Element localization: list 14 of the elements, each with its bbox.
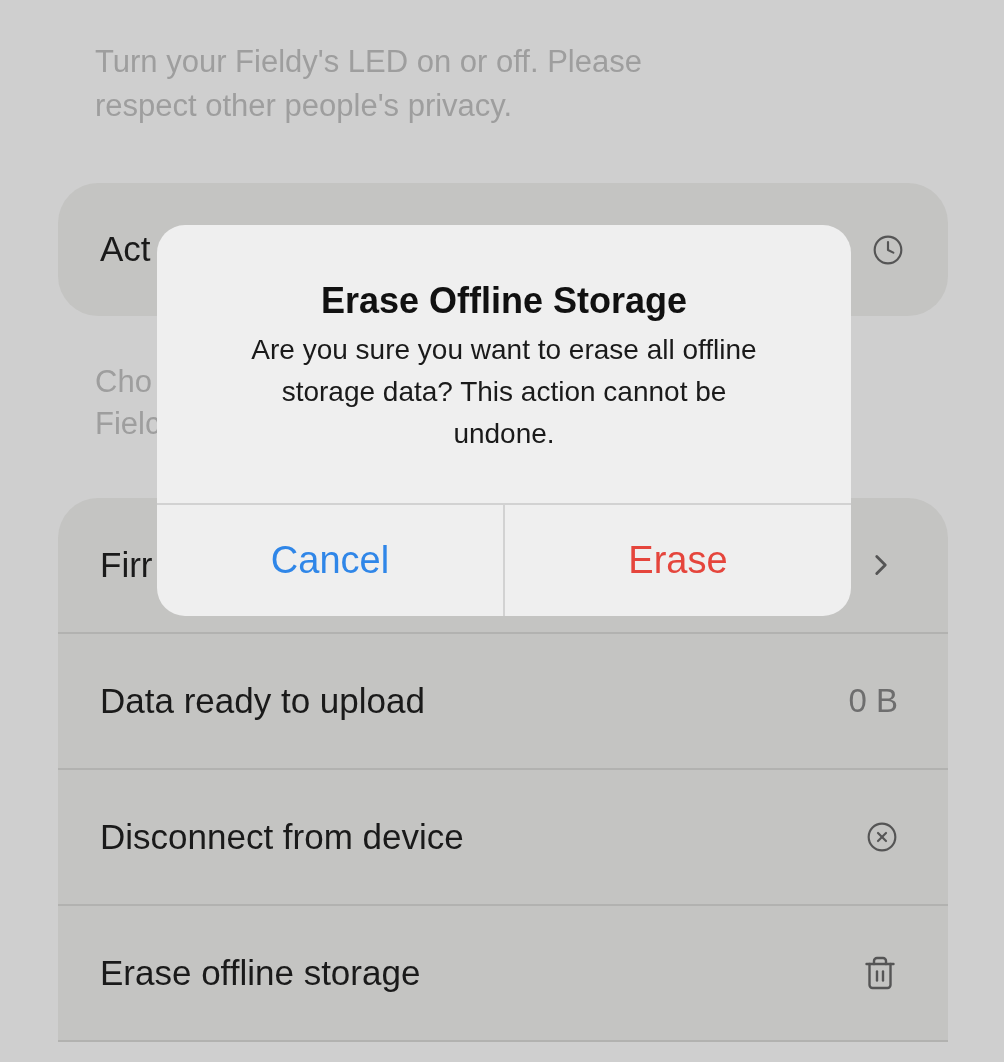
settings-row[interactable]: Erase offline storage: [58, 906, 948, 1042]
close-circle-icon: [866, 821, 898, 853]
row-label: Firr: [100, 543, 153, 586]
row-label: Disconnect from device: [100, 815, 464, 858]
row-label: Data ready to upload: [100, 679, 425, 722]
settings-row[interactable]: Data ready to upload 0 B: [58, 634, 948, 770]
row-label: Act: [100, 228, 151, 271]
dialog-message: Are you sure you want to erase all offline storage data? This action cannot be undone.: [250, 333, 758, 451]
trash-icon: [862, 955, 898, 991]
settings-row[interactable]: Disconnect from device: [58, 770, 948, 906]
dialog-title: Erase Offline Storage: [320, 279, 688, 323]
row-value: 0 B: [848, 681, 898, 722]
clock-icon: [872, 233, 904, 266]
row-label: Erase offline storage: [100, 951, 421, 994]
